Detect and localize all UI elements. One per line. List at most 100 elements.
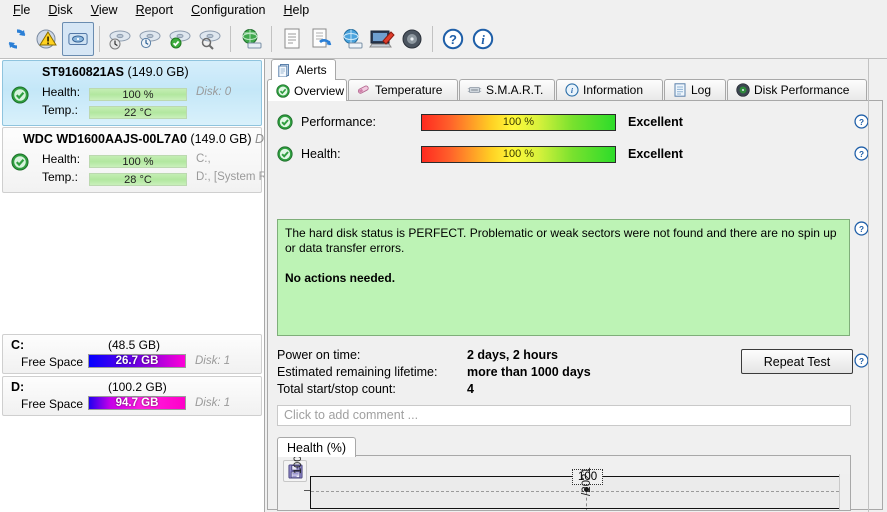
disk-health-bar-1: 100 %: [89, 155, 187, 168]
help-question-icon-health[interactable]: ?: [854, 146, 869, 161]
disk-volumes-d-1: D:, [System R: [196, 171, 265, 183]
volume-free-label-d: Free Space: [21, 397, 84, 411]
alerts-warning-icon: [36, 29, 57, 49]
disk-title-0: ST9160821AS (149.0 GB): [42, 65, 189, 79]
health-ok-button[interactable]: [165, 23, 195, 55]
tab-information-label: Information: [583, 83, 644, 97]
menu-view[interactable]: View: [82, 1, 127, 19]
help-question-icon-status[interactable]: ?: [854, 221, 869, 236]
tab-alerts-label: Alerts: [296, 63, 327, 77]
tab-overview-label: Overview: [294, 83, 345, 98]
status-message-text: The hard disk status is PERFECT. Problem…: [285, 226, 837, 255]
volume-capacity-d: (100.2 GB): [108, 380, 167, 394]
refresh-report-button[interactable]: [307, 23, 337, 55]
performance-test-button[interactable]: [135, 23, 165, 55]
help-button[interactable]: ?: [438, 23, 468, 55]
disk-info-button[interactable]: [62, 22, 94, 56]
tab-disk-performance[interactable]: Disk Performance: [727, 79, 867, 100]
performance-percent: 100 %: [502, 115, 535, 128]
info-button[interactable]: i: [468, 23, 498, 55]
tab-information[interactable]: i Information: [556, 79, 663, 100]
toolbar-separator-3: [271, 26, 272, 52]
volume-card-c[interactable]: C: (48.5 GB) Free Space 26.7 GB Disk: 1: [2, 334, 262, 374]
svg-text:?: ?: [449, 32, 457, 47]
stat-key-power-on-time: Power on time:: [277, 348, 361, 362]
refresh-button[interactable]: [2, 23, 32, 55]
health-rating: Excellent: [628, 147, 683, 161]
chart-container: 100 100 /2021: [277, 455, 851, 511]
stat-key-start-stop-count: Total start/stop count:: [277, 382, 396, 396]
svg-text:?: ?: [859, 357, 864, 366]
right-edge-separator: [868, 59, 869, 512]
menu-bar: Fle Disk View Report Configuration Help: [0, 0, 887, 20]
tab-temperature[interactable]: Temperature: [348, 79, 458, 100]
toolbar-separator-2: [230, 26, 231, 52]
volume-card-d[interactable]: D: (100.2 GB) Free Space 94.7 GB Disk: 1: [2, 376, 262, 416]
menu-configuration[interactable]: Configuration: [182, 1, 274, 19]
network-disk-button[interactable]: [236, 23, 266, 55]
menu-report[interactable]: Report: [127, 1, 183, 19]
disk-error-scan-icon: [109, 30, 131, 50]
disk-temp-bar-1: 28 °C: [89, 173, 187, 186]
help-question-icon-repeat-test[interactable]: ?: [854, 353, 869, 368]
disk-health-ok-icon: [169, 30, 191, 49]
disk-performance-icon: [139, 30, 161, 49]
tab-overview[interactable]: Overview: [267, 79, 347, 101]
green-check-icon: [277, 146, 293, 162]
comment-input[interactable]: Click to add comment ...: [277, 405, 851, 426]
chart-tab-health[interactable]: Health (%): [277, 437, 357, 457]
disk-platter-button[interactable]: [397, 23, 427, 55]
disk-health-row-0: Health: 100 %: [42, 85, 187, 101]
stat-value-power-on-time: 2 days, 2 hours: [467, 348, 559, 362]
report-document-icon: [284, 28, 300, 49]
error-scan-button[interactable]: [105, 23, 135, 55]
chart-y-tick-label: 100: [292, 455, 304, 474]
disk-card-1[interactable]: WDC WD1600AAJS-00L7A0 (149.0 GB) Disk He…: [2, 127, 265, 193]
help-question-icon-performance[interactable]: ?: [854, 114, 869, 129]
stat-value-remaining-lifetime: more than 1000 days: [467, 365, 591, 379]
disk-platter-icon: [402, 29, 422, 49]
tab-log[interactable]: Log: [664, 79, 726, 100]
disk-card-0[interactable]: ST9160821AS (149.0 GB) Health: 100 % Temp…: [2, 60, 262, 126]
network-disk-icon: [242, 29, 262, 49]
disk-list-pane: ST9160821AS (149.0 GB) Health: 100 % Temp…: [0, 59, 265, 512]
disk-temp-label-0: Temp.:: [42, 103, 79, 117]
computer-config-button[interactable]: [367, 23, 397, 55]
status-message-box: The hard disk status is PERFECT. Problem…: [277, 219, 850, 336]
volume-letter-c: C:: [11, 338, 25, 352]
stat-row-power-on-time: Power on time: 2 days, 2 hours: [277, 347, 591, 364]
disk-volumes-c-1: C:,: [196, 153, 211, 165]
network-globe-button[interactable]: [337, 23, 367, 55]
disk-number-0: Disk: 0: [196, 86, 232, 98]
status-action-text: No actions needed.: [285, 271, 396, 285]
thermometer-icon: [356, 83, 371, 98]
menu-file[interactable]: Fle: [4, 1, 39, 19]
repeat-test-button[interactable]: Repeat Test: [741, 349, 853, 374]
menu-help[interactable]: Help: [274, 1, 318, 19]
volume-disk-d: Disk: 1: [195, 397, 231, 409]
volume-free-bar-d: 94.7 GB: [88, 396, 186, 410]
disk-model-1: WDC WD1600AAJS-00L7A0: [23, 132, 187, 146]
svg-text:i: i: [481, 32, 485, 47]
report-button[interactable]: [277, 23, 307, 55]
info-icon: i: [472, 28, 494, 50]
main-content: ST9160821AS (149.0 GB) Health: 100 % Temp…: [0, 59, 887, 512]
tab-smart[interactable]: S.M.A.R.T.: [459, 79, 555, 100]
stat-key-remaining-lifetime: Estimated remaining lifetime:: [277, 365, 438, 379]
disk-temp-bar-0: 22 °C: [89, 106, 187, 119]
tab-smart-label: S.M.A.R.T.: [486, 83, 544, 97]
disk-health-bar-0: 100 %: [89, 88, 187, 101]
chart-scrollbar[interactable]: [839, 474, 850, 510]
alerts-button[interactable]: [32, 23, 62, 55]
menu-disk[interactable]: Disk: [39, 1, 81, 19]
disk-search-button[interactable]: [195, 23, 225, 55]
tab-disk-performance-label: Disk Performance: [754, 83, 850, 97]
tab-temperature-label: Temperature: [375, 83, 443, 97]
application-window: Fle Disk View Report Configuration Help: [0, 0, 887, 512]
health-percent: 100 %: [502, 147, 535, 160]
green-check-icon: [277, 114, 293, 130]
toolbar-separator-4: [432, 26, 433, 52]
chart-gridline: [311, 491, 839, 492]
health-bar: 100 %: [421, 145, 616, 163]
tab-alerts[interactable]: Alerts: [271, 59, 336, 80]
